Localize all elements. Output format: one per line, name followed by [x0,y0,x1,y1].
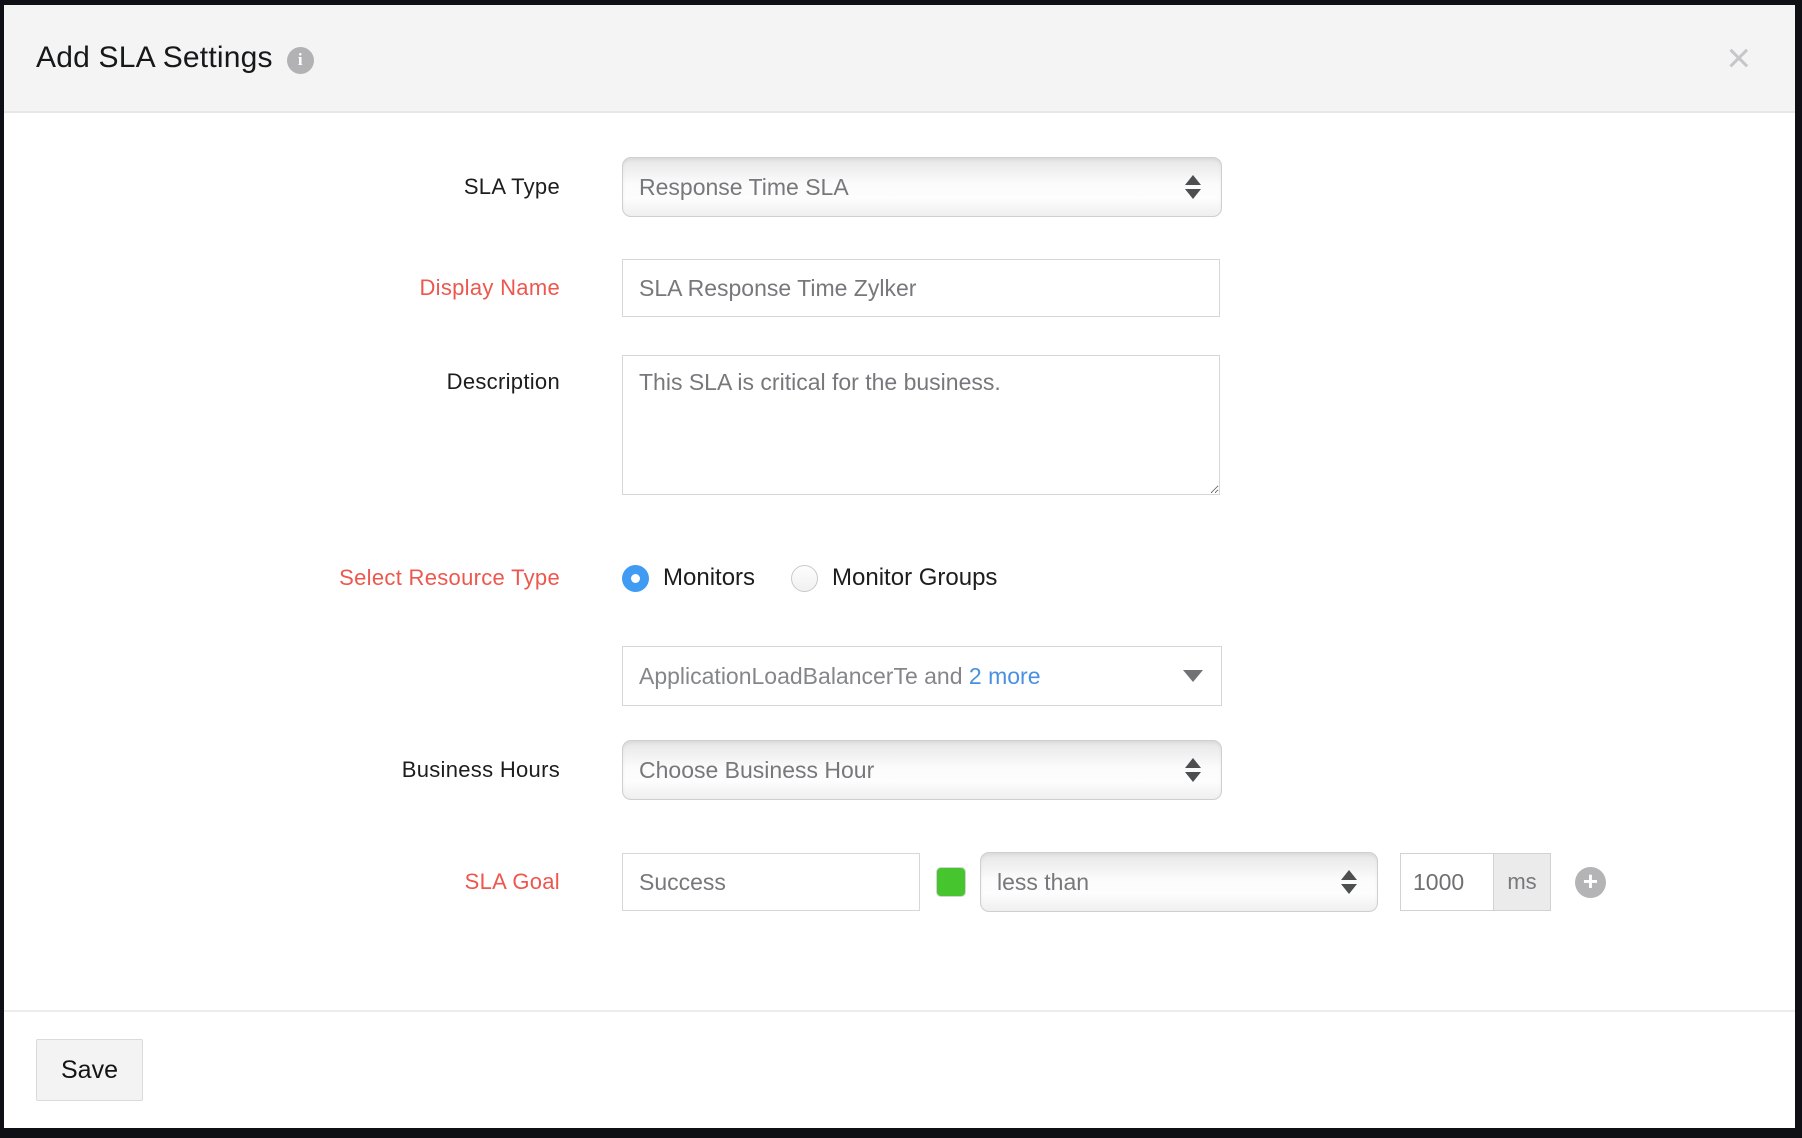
goal-threshold-input[interactable] [1401,854,1493,910]
select-spinner-icon [1185,758,1201,782]
radio-monitor-groups-label: Monitor Groups [832,564,997,592]
sla-goal-label: SLA Goal [4,869,560,895]
save-button[interactable]: Save [36,1039,143,1101]
dialog-title: Add SLA Settings [36,41,273,75]
monitors-row: ApplicationLoadBalancerTe and 2 more [4,646,1795,706]
business-hours-selected-value: Choose Business Hour [639,757,1185,784]
info-icon[interactable]: i [287,47,314,74]
radio-monitors-label: Monitors [663,564,755,592]
description-textarea[interactable]: This SLA is critical for the business. [622,355,1220,495]
sla-goal-row: SLA Goal less than ms + [4,852,1795,912]
display-name-row: Display Name [4,259,1795,317]
radio-selected-icon[interactable] [622,565,649,592]
select-spinner-icon [1341,870,1357,894]
business-hours-label: Business Hours [4,757,560,783]
sla-type-select[interactable]: Response Time SLA [622,157,1222,217]
chevron-down-icon [1183,670,1203,682]
sla-form: SLA Type Response Time SLA Display Name … [4,113,1795,1010]
resource-type-row: Select Resource Type Monitors Monitor Gr… [4,560,1795,596]
description-label: Description [4,369,560,395]
goal-condition-input[interactable] [622,853,920,911]
add-sla-settings-dialog: Add SLA Settings i × SLA Type Response T… [4,5,1795,1128]
radio-option-monitor-groups[interactable]: Monitor Groups [791,564,997,592]
radio-unselected-icon[interactable] [791,565,818,592]
close-icon[interactable]: × [1726,37,1751,79]
resource-type-label: Select Resource Type [4,565,560,591]
dialog-footer: Save [4,1010,1795,1128]
sla-type-label: SLA Type [4,174,560,200]
business-hours-row: Business Hours Choose Business Hour [4,740,1795,800]
monitors-selected-value: ApplicationLoadBalancerTe and [639,663,969,689]
resource-type-radio-group: Monitors Monitor Groups [622,560,1795,596]
goal-unit-addon: ms [1493,854,1550,910]
add-goal-plus-icon[interactable]: + [1575,867,1606,898]
dialog-header: Add SLA Settings i × [4,5,1795,113]
goal-comparator-value: less than [997,869,1341,896]
business-hours-select[interactable]: Choose Business Hour [622,740,1222,800]
monitors-more-link[interactable]: 2 more [969,663,1041,689]
goal-comparator-select[interactable]: less than [980,852,1378,912]
sla-type-selected-value: Response Time SLA [639,174,1185,201]
sla-goal-controls: less than ms + [622,852,1795,912]
sla-type-row: SLA Type Response Time SLA [4,157,1795,217]
select-spinner-icon [1185,175,1201,199]
monitors-multiselect[interactable]: ApplicationLoadBalancerTe and 2 more [622,646,1222,706]
radio-option-monitors[interactable]: Monitors [622,564,755,592]
description-row: Description This SLA is critical for the… [4,355,1795,500]
display-name-label: Display Name [4,275,560,301]
display-name-input[interactable] [622,259,1220,317]
goal-status-swatch[interactable] [936,867,966,897]
goal-threshold-group: ms [1400,853,1551,911]
